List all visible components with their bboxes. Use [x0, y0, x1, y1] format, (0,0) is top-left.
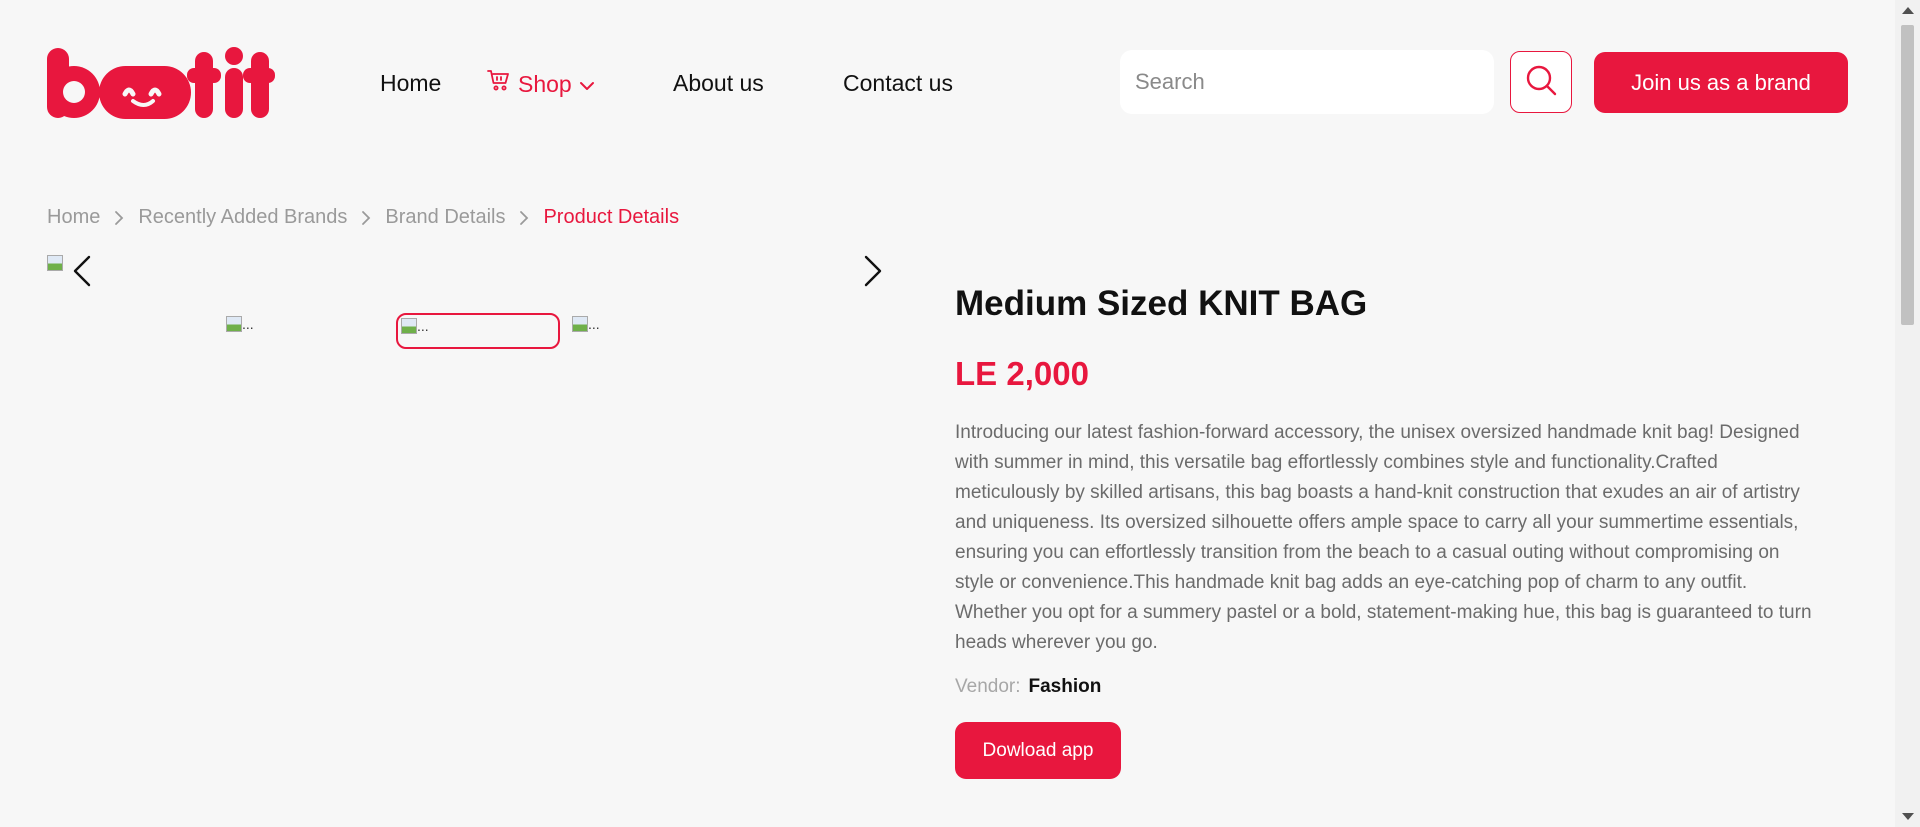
- chevron-left-icon[interactable]: [69, 255, 97, 287]
- chevron-down-icon: [579, 69, 595, 99]
- site-header: Home Shop About us Contact us Join us a: [0, 0, 1895, 170]
- product-gallery: ... ... ...: [47, 255, 892, 555]
- thumbnail-3[interactable]: ...: [569, 313, 733, 349]
- scroll-up-arrow[interactable]: [1902, 7, 1914, 14]
- chevron-right-icon: [347, 210, 385, 226]
- thumbnail-alt-text: ...: [242, 316, 254, 332]
- nav-about[interactable]: About us: [673, 68, 764, 98]
- broken-image-icon: [572, 316, 588, 332]
- vendor-value: Fashion: [1028, 676, 1102, 697]
- breadcrumb-home[interactable]: Home: [47, 206, 100, 229]
- thumbnail-2-selected[interactable]: ...: [396, 313, 560, 349]
- botit-logo[interactable]: [47, 44, 275, 122]
- search-input[interactable]: [1120, 50, 1494, 114]
- thumbnail-image: ...: [572, 316, 600, 332]
- vendor-row: Vendor: Fashion: [955, 676, 1815, 698]
- chevron-right-icon[interactable]: [858, 255, 886, 287]
- broken-image-icon: [401, 318, 417, 334]
- product-title: Medium Sized KNIT BAG: [955, 284, 1368, 323]
- chevron-right-icon: [100, 210, 138, 226]
- breadcrumb-brand-details[interactable]: Brand Details: [385, 206, 505, 229]
- cart-icon: [487, 68, 511, 99]
- nav-shop[interactable]: Shop: [487, 68, 595, 99]
- page-scrollbar[interactable]: [1895, 0, 1920, 827]
- breadcrumb-recently-added-brands[interactable]: Recently Added Brands: [138, 206, 347, 229]
- breadcrumb: Home Recently Added Brands Brand Details…: [47, 206, 679, 229]
- nav-shop-label: Shop: [518, 70, 572, 97]
- search-icon: [1524, 63, 1558, 102]
- product-price: LE 2,000: [955, 355, 1089, 392]
- nav-home[interactable]: Home: [380, 68, 441, 98]
- chevron-right-icon: [505, 210, 543, 226]
- thumbnail-alt-text: ...: [417, 318, 429, 334]
- nav-contact[interactable]: Contact us: [843, 68, 953, 98]
- broken-image-icon: [47, 255, 63, 271]
- search-button[interactable]: [1510, 51, 1572, 113]
- broken-image-icon: [226, 316, 242, 332]
- product-description: Introducing our latest fashion-forward a…: [955, 422, 1812, 653]
- thumbnail-1[interactable]: ...: [223, 313, 387, 349]
- product-details: Medium Sized KNIT BAG LE 2,000 Introduci…: [955, 280, 1815, 779]
- download-app-button[interactable]: Dowload app: [955, 722, 1121, 779]
- vendor-label: Vendor:: [955, 676, 1021, 697]
- join-brand-button[interactable]: Join us as a brand: [1594, 52, 1848, 113]
- thumbnail-image: ...: [401, 318, 429, 334]
- thumbnail-image: ...: [226, 316, 254, 332]
- scroll-down-arrow[interactable]: [1902, 813, 1914, 820]
- main-product-image: [47, 255, 63, 271]
- breadcrumb-product-details: Product Details: [543, 206, 680, 228]
- thumbnail-alt-text: ...: [588, 316, 600, 332]
- scroll-thumb[interactable]: [1901, 25, 1914, 325]
